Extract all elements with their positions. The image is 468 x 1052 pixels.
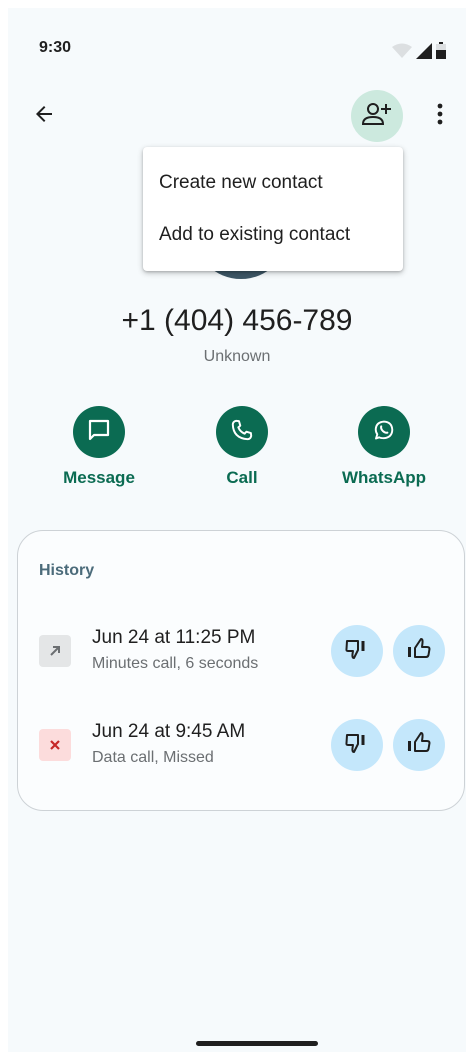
whatsapp-button[interactable]: WhatsApp <box>324 406 444 488</box>
battery-icon <box>436 42 446 64</box>
thumbs-up-button[interactable] <box>393 719 445 771</box>
thumbs-up-button[interactable] <box>393 625 445 677</box>
thumbs-down-button[interactable] <box>331 625 383 677</box>
whatsapp-icon <box>371 417 397 448</box>
message-icon <box>86 417 112 448</box>
message-button[interactable]: Message <box>39 406 159 488</box>
status-time: 9:30 <box>39 39 72 56</box>
phone-icon <box>229 417 255 448</box>
cell-signal-icon <box>416 43 432 64</box>
person-add-icon <box>361 101 392 132</box>
thumbs-down-icon <box>344 637 370 666</box>
thumbs-up-icon <box>406 637 432 666</box>
call-date: Jun 24 at 11:25 PM <box>92 627 256 648</box>
status-icons <box>392 42 446 64</box>
more-options-button[interactable] <box>426 100 454 132</box>
history-entry[interactable]: Jun 24 at 9:45 AM Data call, Missed <box>18 717 464 777</box>
thumbs-down-icon <box>344 731 370 760</box>
add-contact-button[interactable] <box>351 90 403 142</box>
history-entry[interactable]: Jun 24 at 11:25 PM Minutes call, 6 secon… <box>18 623 464 683</box>
call-date: Jun 24 at 9:45 AM <box>92 721 246 742</box>
arrow-left-icon <box>32 102 56 131</box>
call-detail: Data call, Missed <box>92 749 214 766</box>
add-contact-menu: Create new contact Add to existing conta… <box>143 147 403 271</box>
whatsapp-action-circle <box>358 406 410 458</box>
phone-number: +1 (404) 456-789 <box>121 304 353 337</box>
menu-item-create-new-contact[interactable]: Create new contact <box>143 157 403 209</box>
outgoing-call-icon <box>39 635 71 667</box>
number-label: Unknown <box>203 348 271 365</box>
history-card: History Jun 24 at 11:25 PM Minutes call,… <box>17 530 465 811</box>
menu-item-add-to-existing-contact[interactable]: Add to existing contact <box>143 209 403 261</box>
thumbs-down-button[interactable] <box>331 719 383 771</box>
call-button[interactable]: Call <box>182 406 302 488</box>
missed-call-icon <box>39 729 71 761</box>
whatsapp-label: WhatsApp <box>341 468 427 487</box>
message-label: Message <box>63 468 135 487</box>
call-label: Call <box>226 468 258 487</box>
call-detail: Minutes call, 6 seconds <box>92 655 259 672</box>
thumbs-up-icon <box>406 731 432 760</box>
history-title: History <box>39 562 95 579</box>
more-vert-icon <box>437 103 443 130</box>
call-details-screen: 9:30 Create new contact Add to existing … <box>8 8 466 1052</box>
call-action-circle <box>216 406 268 458</box>
wifi-icon <box>392 43 412 64</box>
back-button[interactable] <box>28 100 60 132</box>
message-action-circle <box>73 406 125 458</box>
gesture-navigation-bar[interactable] <box>196 1041 318 1046</box>
